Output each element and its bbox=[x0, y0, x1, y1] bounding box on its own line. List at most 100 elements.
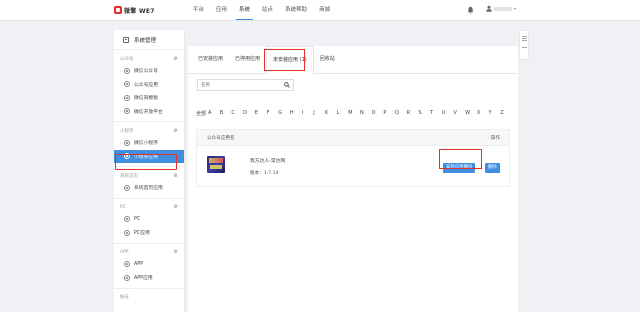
search-input[interactable] bbox=[198, 80, 278, 90]
tab-not-installed[interactable]: 未安装应用 (1) bbox=[266, 46, 314, 74]
sidebar-item-label: 公众号应用 bbox=[134, 82, 158, 88]
letter-filter-x[interactable]: X bbox=[477, 110, 489, 117]
gear-icon[interactable]: ⚙ bbox=[174, 128, 178, 134]
letter-filter-i[interactable]: I bbox=[302, 110, 314, 117]
sidebar-item-label: APP应用 bbox=[134, 276, 153, 282]
circle-icon bbox=[124, 67, 130, 74]
monitor-icon bbox=[123, 36, 129, 43]
letter-filter-m[interactable]: M bbox=[348, 110, 360, 117]
search-box bbox=[197, 79, 294, 91]
sidebar-item-open-platform[interactable]: 微信开放平台 bbox=[114, 105, 184, 119]
sidebar-item-app[interactable]: APP bbox=[114, 258, 184, 272]
sidebar-group-account: 帐号 bbox=[114, 292, 184, 303]
nav-item-apps[interactable]: 应用 bbox=[210, 0, 233, 21]
letter-filter-h[interactable]: H bbox=[290, 110, 302, 117]
letter-filter-t[interactable]: T bbox=[430, 110, 442, 117]
gear-icon[interactable]: ⚙ bbox=[174, 249, 178, 255]
letter-filter-u[interactable]: U bbox=[442, 110, 454, 117]
nav-item-platform[interactable]: 平台 bbox=[187, 0, 210, 21]
version-value: 1.7.14 bbox=[263, 171, 279, 176]
letter-filter-b[interactable]: B bbox=[220, 110, 232, 117]
sidebar-item-pc-apps[interactable]: PC应用 bbox=[114, 226, 184, 240]
letter-filter-w[interactable]: W bbox=[465, 110, 477, 117]
app-name: 我方达人-常达网 bbox=[250, 159, 286, 164]
nav-item-site[interactable]: 站点 bbox=[256, 0, 279, 21]
sidebar-item-label: APP bbox=[134, 261, 144, 267]
letter-filter-z[interactable]: Z bbox=[500, 110, 512, 117]
tab-disabled[interactable]: 已停用应用 bbox=[229, 46, 266, 73]
letter-filter-q[interactable]: Q bbox=[395, 110, 407, 117]
gear-icon[interactable]: ⚙ bbox=[174, 56, 178, 62]
sidebar-item-app-apps[interactable]: APP应用 bbox=[114, 271, 184, 285]
gear-icon[interactable]: ⚙ bbox=[174, 173, 178, 179]
right-tool-strip[interactable] bbox=[519, 30, 529, 60]
letter-filter-s[interactable]: S bbox=[418, 110, 430, 117]
letter-filter-f[interactable]: F bbox=[266, 110, 278, 117]
letter-filter-p[interactable]: P bbox=[383, 110, 395, 117]
sidebar-item-wechat-official[interactable]: 微信公众号 bbox=[114, 64, 184, 78]
menu-icon bbox=[521, 36, 527, 37]
tab-bar: 已安装应用 已停用应用 未安装应用 (1) 回收站 bbox=[188, 46, 518, 74]
sidebar-item-official-apps[interactable]: 公众号应用 bbox=[114, 78, 184, 92]
nav-item-system[interactable]: 系统 bbox=[233, 0, 256, 21]
user-menu[interactable]: ▾ bbox=[486, 5, 516, 12]
sidebar-item-miniprogram-apps[interactable]: 小程序应用 bbox=[114, 149, 184, 163]
sidebar-group-miniprogram: 小程序 ⚙ bbox=[114, 125, 184, 136]
gear-icon[interactable]: ⚙ bbox=[174, 204, 178, 210]
sidebar-item-label: 微信开放平台 bbox=[134, 109, 163, 115]
letter-filter-r[interactable]: R bbox=[407, 110, 419, 117]
sidebar-item-templates[interactable]: 微信同模板 bbox=[114, 91, 184, 105]
logo[interactable]: 微擎 WE7 bbox=[114, 5, 160, 15]
letter-filter-k[interactable]: K bbox=[325, 110, 337, 117]
circle-icon bbox=[124, 108, 130, 115]
letter-filter-d[interactable]: D bbox=[243, 110, 255, 117]
letter-filter-all[interactable]: 全部 bbox=[196, 110, 208, 117]
install-button[interactable]: 安装应用模块 bbox=[443, 163, 476, 173]
tab-recycle-bin[interactable]: 回收站 bbox=[314, 46, 341, 73]
letter-filter-j[interactable]: J bbox=[313, 110, 325, 117]
circle-icon bbox=[124, 216, 130, 223]
sidebar: 系统管理 公众号 ⚙ 微信公众号 公众号应用 微信同模板 微信开放平台 小程序 … bbox=[114, 30, 185, 312]
divider bbox=[114, 121, 184, 122]
nav-item-store[interactable]: 商城 bbox=[313, 0, 336, 21]
letter-filter-e[interactable]: E bbox=[255, 110, 267, 117]
sidebar-item-label: 系统首页应用 bbox=[134, 186, 163, 192]
bell-icon[interactable] bbox=[467, 6, 474, 14]
main-panel: 已安装应用 已停用应用 未安装应用 (1) 回收站 全部 A B C D E F… bbox=[188, 46, 518, 312]
nav-item-help[interactable]: 系统帮助 bbox=[279, 0, 313, 21]
top-navbar: 微擎 WE7 平台 应用 系统 站点 系统帮助 商城 ▾ bbox=[0, 0, 640, 21]
circle-icon bbox=[124, 261, 130, 268]
username-placeholder bbox=[494, 6, 512, 11]
letter-filter: 全部 A B C D E F G H I J K L M N O P Q R S… bbox=[196, 110, 512, 117]
tab-installed[interactable]: 已安装应用 bbox=[192, 46, 229, 73]
sidebar-item-label: PC bbox=[134, 216, 141, 222]
divider bbox=[114, 166, 184, 167]
sidebar-item-label: 微信小程序 bbox=[134, 141, 158, 147]
letter-filter-o[interactable]: O bbox=[372, 110, 384, 117]
sidebar-item-pc[interactable]: PC bbox=[114, 213, 184, 227]
list-icon bbox=[521, 47, 527, 48]
letter-filter-g[interactable]: G bbox=[278, 110, 290, 117]
sidebar-item-home-apps[interactable]: 系统首页应用 bbox=[114, 181, 184, 195]
menu-icon-line bbox=[521, 38, 527, 39]
letter-filter-c[interactable]: C bbox=[231, 110, 243, 117]
group-label: PC bbox=[120, 204, 126, 210]
letter-filter-a[interactable]: A bbox=[208, 110, 220, 117]
circle-icon bbox=[124, 229, 130, 236]
group-label: 帐号 bbox=[120, 295, 129, 300]
group-label: 系统首页 bbox=[120, 173, 138, 179]
search-icon[interactable] bbox=[284, 82, 290, 88]
divider bbox=[114, 287, 184, 289]
app-thumbnail bbox=[207, 156, 225, 173]
group-label: 公众号 bbox=[120, 56, 134, 62]
letter-filter-v[interactable]: V bbox=[453, 110, 465, 117]
sidebar-item-label: 微信同模板 bbox=[134, 96, 158, 102]
letter-filter-y[interactable]: Y bbox=[489, 110, 501, 117]
circle-icon bbox=[124, 184, 130, 191]
letter-filter-l[interactable]: L bbox=[337, 110, 349, 117]
divider bbox=[114, 197, 184, 199]
sidebar-item-label: 小程序应用 bbox=[134, 154, 158, 160]
delete-button[interactable]: 删除 bbox=[485, 163, 500, 173]
letter-filter-n[interactable]: N bbox=[360, 110, 372, 117]
sidebar-item-wechat-miniprogram[interactable]: 微信小程序 bbox=[114, 136, 184, 150]
